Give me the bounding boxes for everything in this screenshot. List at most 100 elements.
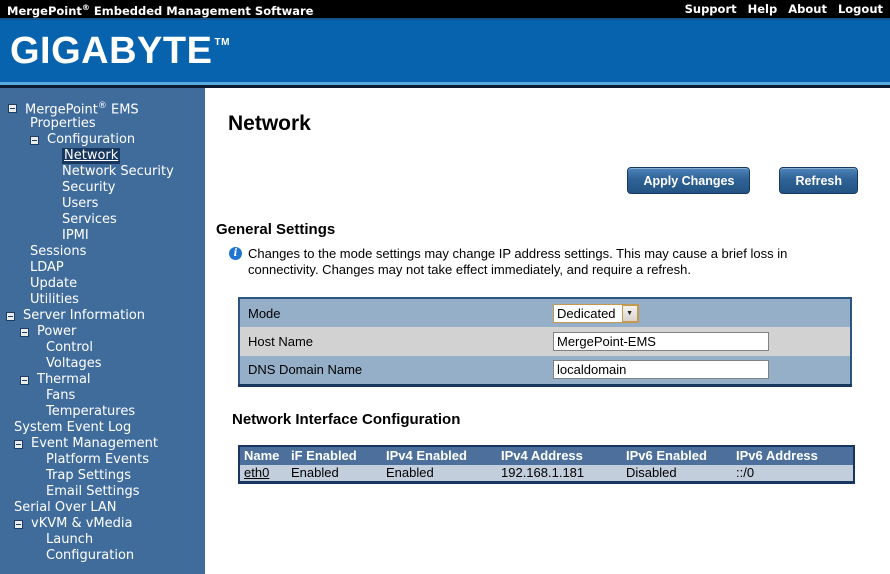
table-row: Host Name	[239, 327, 851, 356]
sidebar-item-services[interactable]: Services	[0, 212, 205, 228]
sidebar-item-label: Security	[62, 180, 115, 196]
sidebar-item-label: Fans	[46, 388, 75, 404]
sidebar-item-label: Trap Settings	[46, 468, 131, 484]
help-link[interactable]: Help	[748, 0, 778, 18]
table-row: Mode Dedicated ▼	[239, 298, 851, 327]
sidebar-item-email-settings[interactable]: Email Settings	[0, 484, 205, 500]
logout-link[interactable]: Logout	[838, 0, 883, 18]
mode-select[interactable]: Dedicated ▼	[553, 304, 639, 323]
sidebar-item-launch[interactable]: Launch	[0, 532, 205, 548]
sidebar-item-serial-over-lan[interactable]: Serial Over LAN	[0, 500, 205, 516]
table-row: eth0 Enabled Enabled 192.168.1.181 Disab…	[239, 465, 854, 483]
sidebar-item-label: Power	[37, 324, 76, 340]
eth0-link[interactable]: eth0	[244, 465, 269, 480]
sidebar-item-label: Configuration	[47, 132, 135, 148]
host-name-field[interactable]	[553, 332, 769, 351]
sidebar-item-mergepoint-ems[interactable]: MergePoint® EMS	[0, 100, 205, 116]
sidebar-item-label: LDAP	[30, 260, 64, 276]
sidebar-item-label: Update	[30, 276, 77, 292]
page-title: Network	[228, 112, 858, 136]
ipv6-enabled-value: Disabled	[622, 465, 732, 483]
col-ipv4-address: IPv4 Address	[497, 446, 622, 465]
sidebar-item-server-information[interactable]: Server Information	[0, 308, 205, 324]
sidebar-item-properties[interactable]: Properties	[0, 116, 205, 132]
chevron-down-icon[interactable]: ▼	[622, 305, 638, 322]
sidebar-item-label: System Event Log	[14, 420, 131, 436]
collapse-icon[interactable]	[14, 440, 23, 449]
sidebar-item-users[interactable]: Users	[0, 196, 205, 212]
collapse-icon[interactable]	[30, 136, 39, 145]
collapse-icon[interactable]	[8, 104, 17, 113]
sidebar-item-label: Properties	[30, 116, 96, 132]
sidebar-item-platform-events[interactable]: Platform Events	[0, 452, 205, 468]
col-if-enabled: iF Enabled	[287, 446, 382, 465]
ipv4-address-value: 192.168.1.181	[497, 465, 622, 483]
main-content: Network Apply Changes Refresh General Se…	[205, 88, 890, 574]
sidebar-item-label: Server Information	[23, 308, 145, 324]
ipv6-address-value: ::/0	[732, 465, 854, 483]
nic-heading: Network Interface Configuration	[232, 411, 858, 428]
sidebar-item-trap-settings[interactable]: Trap Settings	[0, 468, 205, 484]
sidebar-item-label: Users	[62, 196, 98, 212]
sidebar-item-label: Thermal	[37, 372, 91, 388]
topbar-links: Support Help About Logout	[685, 0, 883, 18]
support-link[interactable]: Support	[685, 0, 737, 18]
info-note: i Changes to the mode settings may chang…	[229, 246, 858, 278]
col-ipv4-enabled: IPv4 Enabled	[382, 446, 497, 465]
sidebar-item-vkvm-configuration[interactable]: Configuration	[0, 548, 205, 564]
sidebar-item-event-management[interactable]: Event Management	[0, 436, 205, 452]
info-text: Changes to the mode settings may change …	[248, 246, 810, 278]
sidebar-item-power[interactable]: Power	[0, 324, 205, 340]
sidebar-item-label: IPMI	[62, 228, 89, 244]
dns-domain-field[interactable]	[553, 360, 769, 379]
apply-changes-button[interactable]: Apply Changes	[627, 167, 750, 194]
sidebar-item-security[interactable]: Security	[0, 180, 205, 196]
ipv4-enabled-value: Enabled	[382, 465, 497, 483]
sidebar-item-fans[interactable]: Fans	[0, 388, 205, 404]
sidebar-item-configuration[interactable]: Configuration	[0, 132, 205, 148]
nav-tree: MergePoint® EMS Properties Configuration…	[0, 88, 205, 564]
sidebar-item-label: Network	[62, 148, 120, 164]
brand-banner: GIGABYTETM	[0, 20, 890, 82]
gigabyte-logo: GIGABYTETM	[10, 30, 230, 73]
sidebar: MergePoint® EMS Properties Configuration…	[0, 88, 205, 574]
refresh-button[interactable]: Refresh	[779, 167, 858, 194]
sidebar-item-label: Launch	[46, 532, 93, 548]
sidebar-item-network[interactable]: Network	[0, 148, 205, 164]
table-row: DNS Domain Name	[239, 356, 851, 385]
sidebar-item-label: Event Management	[31, 436, 158, 452]
sidebar-item-utilities[interactable]: Utilities	[0, 292, 205, 308]
general-settings-table: Mode Dedicated ▼ Host Name DNS Domain Na…	[238, 297, 852, 387]
sidebar-item-temperatures[interactable]: Temperatures	[0, 404, 205, 420]
sidebar-item-label: Configuration	[46, 548, 134, 564]
sidebar-item-network-security[interactable]: Network Security	[0, 164, 205, 180]
sidebar-item-voltages[interactable]: Voltages	[0, 356, 205, 372]
sidebar-item-system-event-log[interactable]: System Event Log	[0, 420, 205, 436]
sidebar-item-label: Network Security	[62, 164, 174, 180]
sidebar-item-label: Platform Events	[46, 452, 149, 468]
sidebar-item-label: Serial Over LAN	[14, 500, 116, 516]
collapse-icon[interactable]	[20, 328, 29, 337]
sidebar-item-control[interactable]: Control	[0, 340, 205, 356]
collapse-icon[interactable]	[20, 376, 29, 385]
sidebar-item-sessions[interactable]: Sessions	[0, 244, 205, 260]
info-icon: i	[229, 247, 242, 260]
general-settings-heading: General Settings	[216, 221, 858, 238]
col-ipv6-enabled: IPv6 Enabled	[622, 446, 732, 465]
sidebar-item-vkvm-vmedia[interactable]: vKVM & vMedia	[0, 516, 205, 532]
sidebar-item-label: Control	[46, 340, 93, 356]
sidebar-item-update[interactable]: Update	[0, 276, 205, 292]
collapse-icon[interactable]	[14, 520, 23, 529]
sidebar-item-ldap[interactable]: LDAP	[0, 260, 205, 276]
sidebar-item-thermal[interactable]: Thermal	[0, 372, 205, 388]
sidebar-item-label: Utilities	[30, 292, 79, 308]
mode-label: Mode	[239, 298, 553, 327]
sidebar-item-label: Voltages	[46, 356, 102, 372]
about-link[interactable]: About	[788, 0, 827, 18]
collapse-icon[interactable]	[6, 312, 15, 321]
nic-header-row: Name iF Enabled IPv4 Enabled IPv4 Addres…	[239, 446, 854, 465]
app-title: MergePoint® Embedded Management Software	[7, 0, 313, 19]
sidebar-item-label: Temperatures	[46, 404, 135, 420]
nic-table: Name iF Enabled IPv4 Enabled IPv4 Addres…	[238, 445, 855, 485]
sidebar-item-ipmi[interactable]: IPMI	[0, 228, 205, 244]
